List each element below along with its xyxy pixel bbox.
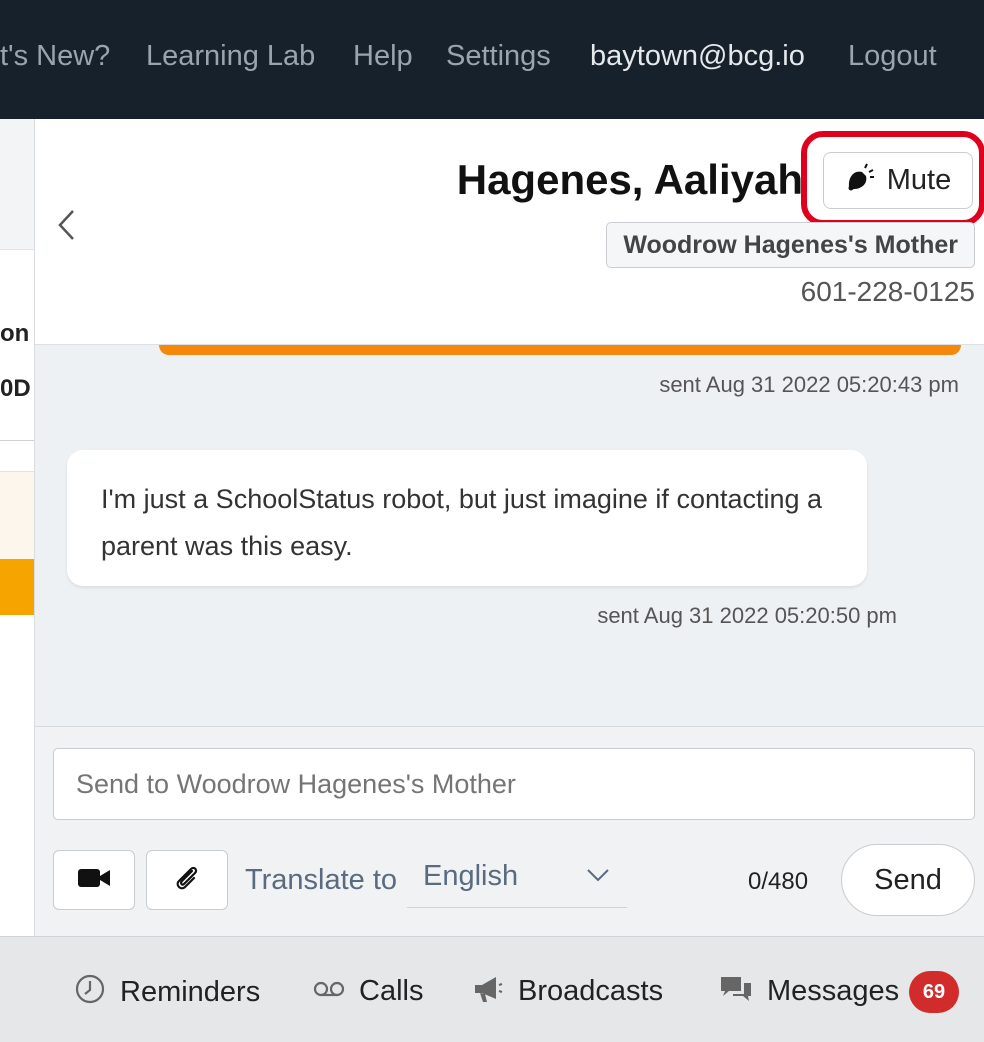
nav-whats-new[interactable]: t's New? — [0, 38, 110, 74]
language-value: English — [423, 860, 519, 892]
tab-messages[interactable]: Messages — [719, 973, 899, 1009]
nav-help[interactable]: Help — [353, 38, 413, 74]
clock-icon — [74, 973, 106, 1010]
language-select[interactable]: English — [407, 854, 627, 908]
chevron-down-icon — [587, 868, 609, 887]
attach-button[interactable] — [146, 850, 228, 910]
background-text: on — [0, 320, 30, 347]
incoming-message-bubble: I'm just a SchoolStatus robot, but just … — [67, 450, 867, 586]
character-count: 0/480 — [748, 868, 809, 895]
nav-learning-lab[interactable]: Learning Lab — [146, 38, 315, 74]
message-text: I'm just a SchoolStatus robot, but just … — [101, 484, 823, 561]
message-timestamp: sent Aug 31 2022 05:20:50 pm — [597, 603, 897, 628]
nav-logout[interactable]: Logout — [848, 38, 937, 74]
mute-bell-icon — [845, 163, 875, 198]
message-composer: Translate to English 0/480 Send — [35, 726, 984, 936]
tab-reminders[interactable]: Reminders — [74, 973, 260, 1010]
contact-name: Hagenes, Aaliyah — [456, 156, 803, 203]
back-chevron-icon[interactable] — [55, 207, 85, 243]
bottom-tab-bar: Reminders Calls Broadcasts Messages 69 — [0, 936, 984, 1042]
message-input[interactable] — [53, 748, 975, 820]
tab-label: Calls — [359, 975, 424, 1007]
mute-label: Mute — [886, 164, 952, 196]
relation-badge: Woodrow Hagenes's Mother — [606, 222, 975, 268]
messages-count-badge: 69 — [909, 971, 959, 1013]
paperclip-icon — [173, 863, 201, 898]
background-highlight-row — [0, 559, 34, 615]
tab-label: Messages — [767, 975, 900, 1007]
background-text: 0D — [0, 375, 31, 402]
nav-user-email[interactable]: baytown@bcg.io — [590, 38, 805, 74]
tab-calls[interactable]: Calls — [313, 973, 423, 1009]
contact-phone: 601-228-0125 — [800, 276, 975, 307]
tab-broadcasts[interactable]: Broadcasts — [472, 973, 663, 1009]
conversation-header: Hagenes, Aaliyah Mute Woodrow Hagenes's … — [35, 119, 984, 345]
voicemail-icon — [313, 979, 345, 1004]
tab-label: Reminders — [120, 975, 261, 1008]
chat-bubbles-icon — [719, 974, 753, 1009]
megaphone-icon — [472, 974, 504, 1009]
message-timestamp: sent Aug 31 2022 05:20:43 pm — [659, 372, 959, 397]
nav-settings[interactable]: Settings — [446, 38, 551, 74]
video-button[interactable] — [53, 850, 135, 910]
tab-label: Broadcasts — [518, 975, 664, 1007]
outgoing-message-bubble — [159, 345, 961, 355]
divider — [0, 440, 34, 441]
conversation-panel: Hagenes, Aaliyah Mute Woodrow Hagenes's … — [34, 119, 984, 936]
background-page: on 0D — [0, 119, 34, 936]
translate-label: Translate to — [245, 864, 398, 896]
background-header-strip — [0, 119, 34, 250]
send-button[interactable]: Send — [841, 844, 975, 916]
mute-button[interactable]: Mute — [823, 152, 973, 209]
video-camera-icon — [77, 866, 111, 895]
background-row — [0, 471, 34, 559]
top-nav: t's New? Learning Lab Help Settings bayt… — [0, 0, 984, 119]
